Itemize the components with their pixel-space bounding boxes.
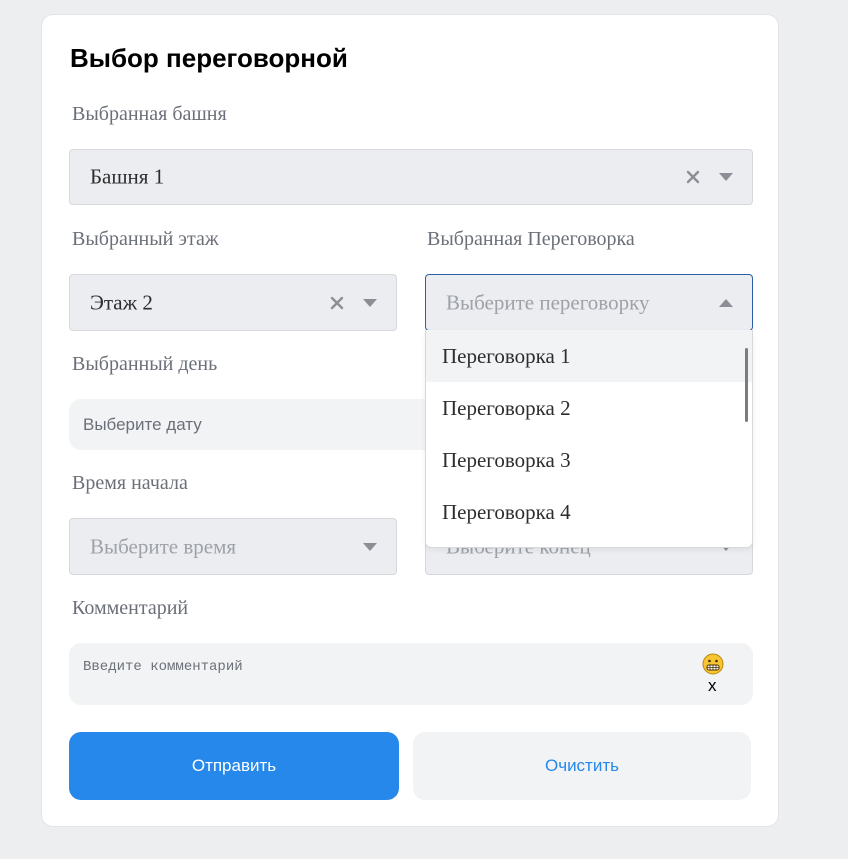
grimacing-face-icon[interactable] — [702, 653, 724, 675]
floor-label: Выбранный этаж — [72, 228, 219, 250]
start-time-label: Время начала — [72, 472, 188, 494]
room-option[interactable]: Переговорка 3 — [426, 434, 752, 486]
room-option[interactable]: Переговорка 1 — [426, 330, 752, 382]
emoji-clear-mark[interactable]: x — [708, 676, 717, 696]
tower-label: Выбранная башня — [72, 103, 227, 125]
floor-select[interactable]: Этаж 2 — [69, 274, 397, 331]
tower-value: Башня 1 — [90, 164, 165, 189]
date-placeholder: Выберите дату — [83, 414, 202, 434]
chevron-down-icon[interactable] — [363, 542, 377, 551]
chevron-down-icon[interactable] — [719, 173, 733, 181]
booking-card: Выбор переговорной Выбранная башня Башня… — [41, 14, 779, 827]
room-dropdown-menu[interactable]: Переговорка 1 Переговорка 2 Переговорка … — [425, 330, 753, 548]
start-time-select[interactable]: Выберите время — [69, 518, 397, 575]
room-placeholder: Выберите переговорку — [446, 290, 650, 314]
comment-label: Комментарий — [72, 597, 189, 619]
comment-placeholder: Введите комментарий — [83, 659, 243, 675]
close-icon[interactable] — [685, 169, 701, 185]
room-select[interactable]: Выберите переговорку — [425, 274, 753, 331]
start-time-placeholder: Выберите время — [90, 534, 237, 558]
day-label: Выбранный день — [72, 353, 218, 375]
comment-textarea[interactable]: Введите комментарий x — [69, 643, 753, 705]
page-title: Выбор переговорной — [70, 43, 348, 73]
room-option[interactable]: Переговорка 4 — [426, 486, 752, 538]
room-option[interactable]: Переговорка 2 — [426, 382, 752, 434]
floor-value: Этаж 2 — [90, 290, 153, 314]
clear-button[interactable]: Очистить — [413, 732, 751, 800]
close-icon[interactable] — [329, 295, 345, 311]
submit-button[interactable]: Отправить — [69, 732, 399, 800]
tower-select[interactable]: Башня 1 — [69, 149, 753, 205]
chevron-up-icon[interactable] — [719, 298, 733, 307]
room-label: Выбранная Переговорка — [427, 228, 635, 250]
chevron-down-icon[interactable] — [363, 298, 377, 307]
dropdown-scrollbar[interactable] — [745, 348, 748, 422]
